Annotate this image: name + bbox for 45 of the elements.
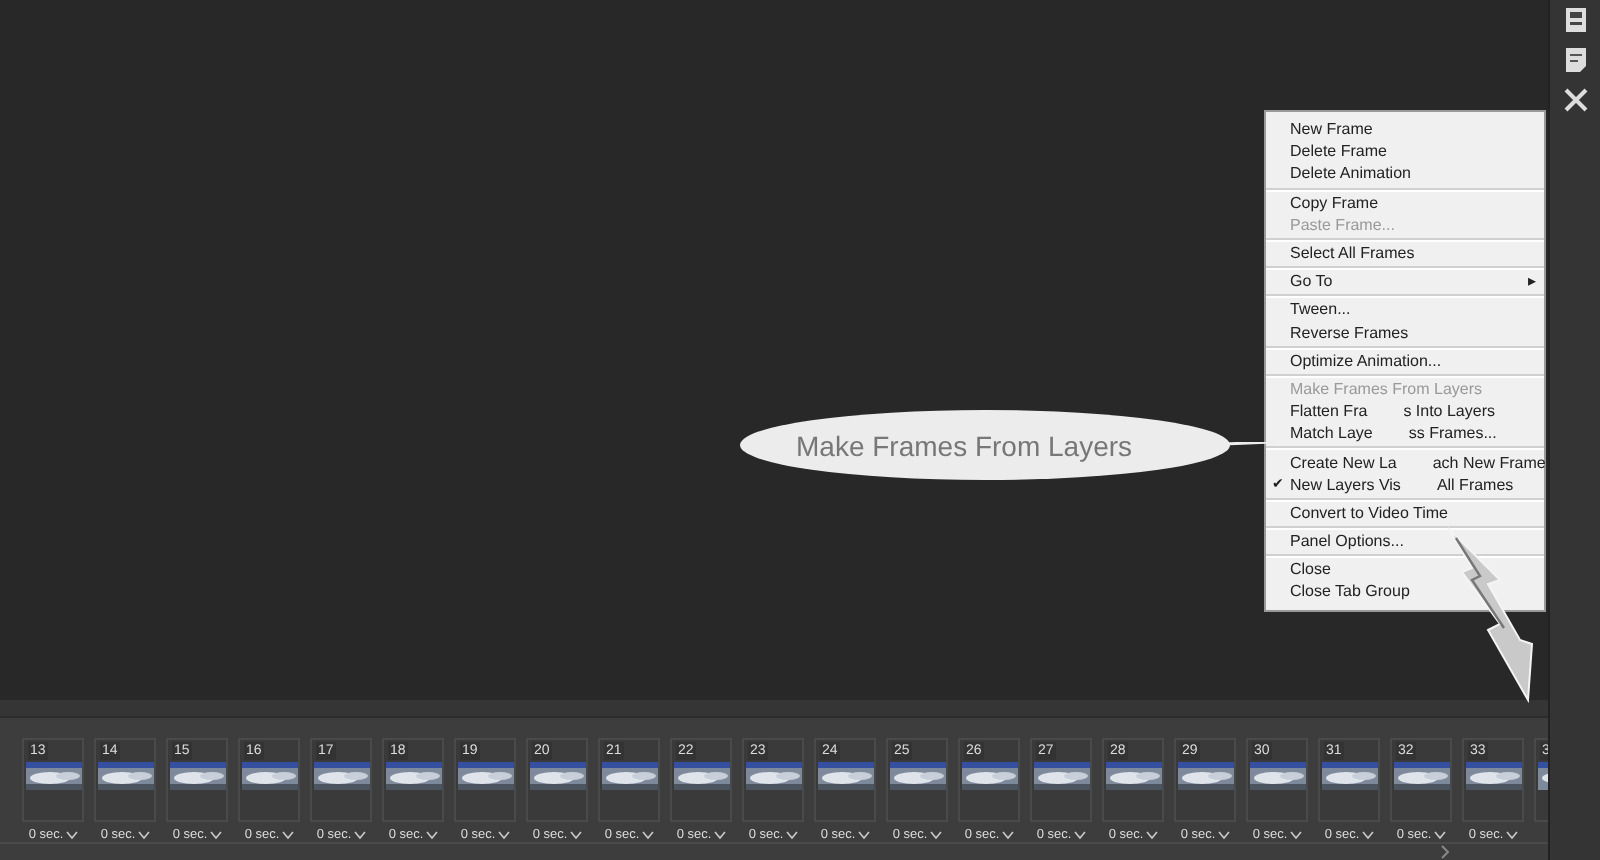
caret-icon[interactable] [713, 830, 726, 840]
caret-icon[interactable] [425, 830, 438, 840]
submenu-arrow-icon: ▸ [1528, 272, 1536, 291]
menu-item[interactable]: Reverse Frames [1290, 323, 1409, 342]
note-icon[interactable] [1563, 46, 1587, 74]
menu-item-text[interactable]: ss Frames... [1408, 424, 1497, 443]
caret-icon[interactable] [209, 830, 222, 840]
caret-icon[interactable] [1001, 830, 1014, 840]
menu-item[interactable]: Flatten Fra [1290, 402, 1368, 421]
caret-icon[interactable] [1505, 830, 1518, 840]
menu-item[interactable]: Close Tab Group [1290, 582, 1410, 601]
menu-item-text[interactable]: ach New Frame [1432, 453, 1546, 472]
menu-item[interactable]: Delete Frame [1290, 142, 1387, 161]
caret-icon[interactable] [785, 830, 798, 840]
caret-icon[interactable] [857, 830, 870, 840]
caret-icon[interactable] [65, 830, 78, 840]
caret-icon[interactable] [1433, 830, 1446, 840]
menu-item[interactable]: Go To [1290, 272, 1333, 291]
caret-icon[interactable] [1073, 830, 1086, 840]
menu-item[interactable]: Tween... [1290, 300, 1351, 319]
menu-item[interactable]: Convert to Video Time [1290, 503, 1449, 522]
caret-icon[interactable] [1361, 830, 1374, 840]
caret-icon[interactable] [497, 830, 510, 840]
caret-icon[interactable] [641, 830, 654, 840]
menu-item[interactable]: Close [1290, 560, 1331, 579]
caret-icon[interactable] [137, 830, 150, 840]
menu-item[interactable]: Create New La [1290, 453, 1397, 472]
menu-item[interactable]: Match Laye [1290, 424, 1373, 443]
caret-icon[interactable] [929, 830, 942, 840]
menu-item[interactable]: Panel Options... [1290, 532, 1404, 551]
caret-icon[interactable] [353, 830, 366, 840]
panel-icon[interactable] [1563, 6, 1587, 34]
menu-item[interactable]: Copy Frame [1290, 193, 1379, 212]
menu-item-text[interactable]: All Frames [1436, 475, 1514, 494]
caret-icon[interactable] [1217, 830, 1230, 840]
caret-icon[interactable] [1289, 830, 1302, 840]
menu-item-text[interactable]: s Into Layers [1403, 402, 1495, 421]
caret-icon[interactable] [569, 830, 582, 840]
menu-item[interactable]: Select All Frames [1290, 244, 1415, 263]
caret-icon[interactable] [1145, 830, 1158, 840]
menu-item[interactable]: Optimize Animation... [1290, 351, 1442, 370]
menu-item[interactable]: New Frame [1290, 120, 1373, 139]
menu-item[interactable]: New Layers Vis [1290, 475, 1401, 494]
menu-item[interactable]: Delete Animation [1290, 164, 1411, 183]
caret-icon[interactable] [281, 830, 294, 840]
